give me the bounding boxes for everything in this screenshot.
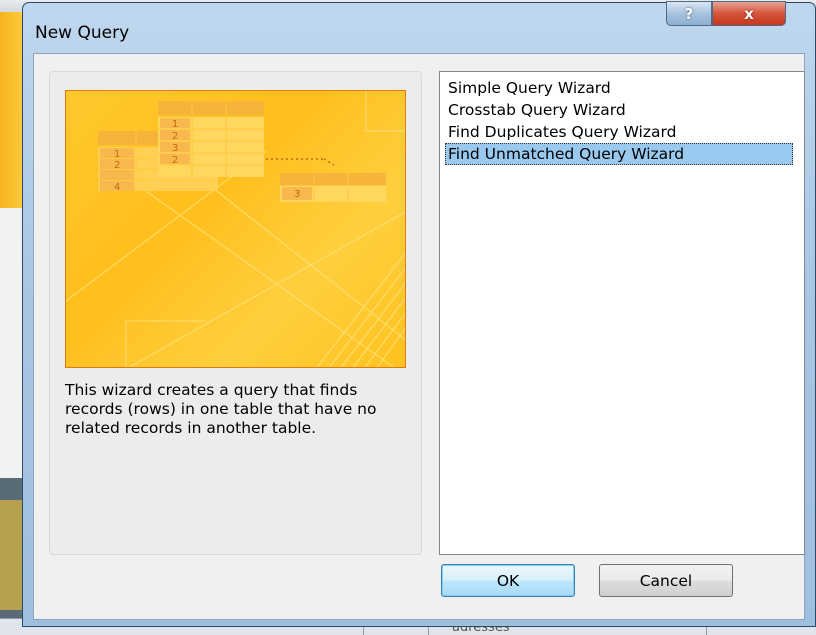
wizard-item-find-unmatched[interactable]: Find Unmatched Query Wizard xyxy=(445,143,793,165)
preview-number: 2 xyxy=(114,160,120,171)
wizard-item-simple-query[interactable]: Simple Query Wizard xyxy=(445,77,614,99)
preview-illustration: 1 2 3 2 1 2 4 3 xyxy=(66,91,405,367)
preview-number: 3 xyxy=(294,189,300,200)
ok-button[interactable]: OK xyxy=(441,564,575,597)
preview-number: 4 xyxy=(114,182,120,193)
preview-number: 2 xyxy=(172,155,178,166)
wizard-description: This wizard creates a query that finds r… xyxy=(65,381,377,437)
wizard-list[interactable]: Simple Query Wizard Crosstab Query Wizar… xyxy=(439,71,805,555)
wizard-item-find-duplicates[interactable]: Find Duplicates Query Wizard xyxy=(445,121,679,143)
new-query-dialog: New Query ? x 1 2 3 2 1 2 4 3 This wizar… xyxy=(22,1,816,627)
preview-number: 1 xyxy=(172,119,178,130)
help-button[interactable]: ? xyxy=(666,1,712,26)
preview-number: 2 xyxy=(172,131,178,142)
dialog-title: New Query xyxy=(35,23,130,43)
preview-number: 1 xyxy=(114,149,120,160)
cancel-button[interactable]: Cancel xyxy=(599,564,733,597)
close-icon: x xyxy=(744,4,754,23)
preview-number: 3 xyxy=(172,143,178,154)
dialog-client-area: 1 2 3 2 1 2 4 3 This wizard creates a qu… xyxy=(33,53,805,620)
help-icon: ? xyxy=(684,4,694,23)
wizard-preview-image: 1 2 3 2 1 2 4 3 xyxy=(65,90,406,368)
wizard-preview-panel: 1 2 3 2 1 2 4 3 This wizard creates a qu… xyxy=(49,71,422,555)
wizard-item-crosstab-query[interactable]: Crosstab Query Wizard xyxy=(445,99,629,121)
close-button[interactable]: x xyxy=(712,1,786,26)
